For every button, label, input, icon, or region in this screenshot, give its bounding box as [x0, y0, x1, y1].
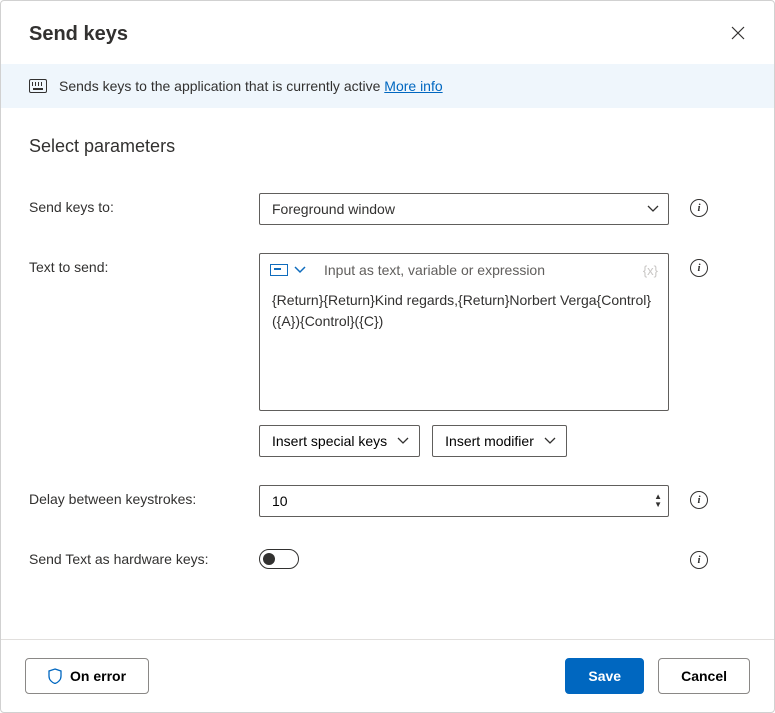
- row-text-to-send: Text to send: Input as text, variable or…: [29, 253, 746, 457]
- dialog-content: Select parameters Send keys to: Foregrou…: [1, 108, 774, 639]
- row-delay: Delay between keystrokes: ▲ ▼ i: [29, 485, 746, 517]
- delay-decrement[interactable]: ▼: [654, 501, 662, 509]
- help-hardware[interactable]: i: [690, 551, 708, 569]
- text-to-send-editor: Input as text, variable or expression {x…: [259, 253, 669, 411]
- send-keys-to-value: Foreground window: [272, 201, 395, 217]
- variable-picker[interactable]: {x}: [643, 263, 658, 278]
- insert-special-label: Insert special keys: [272, 433, 387, 449]
- on-error-label: On error: [70, 668, 126, 684]
- toggle-knob: [263, 553, 275, 565]
- delay-spinner: ▲ ▼: [654, 486, 662, 516]
- keyboard-icon: [29, 79, 47, 93]
- dialog-footer: On error Save Cancel: [1, 639, 774, 712]
- text-mode-icon[interactable]: [270, 264, 288, 276]
- dialog-title: Send keys: [29, 23, 128, 46]
- chevron-down-icon: [647, 205, 659, 213]
- section-title: Select parameters: [29, 136, 746, 157]
- close-icon: [730, 25, 746, 41]
- insert-special-keys-button[interactable]: Insert special keys: [259, 425, 420, 457]
- delay-input-wrapper: ▲ ▼: [259, 485, 669, 517]
- info-text: Sends keys to the application that is cu…: [59, 78, 443, 94]
- dialog-header: Send keys: [1, 1, 774, 64]
- more-info-link[interactable]: More info: [384, 78, 442, 94]
- send-keys-to-label: Send keys to:: [29, 193, 259, 215]
- editor-hint: Input as text, variable or expression: [324, 262, 637, 278]
- editor-textarea[interactable]: {Return}{Return}Kind regards,{Return}Nor…: [260, 282, 668, 344]
- insert-modifier-button[interactable]: Insert modifier: [432, 425, 567, 457]
- save-button[interactable]: Save: [565, 658, 644, 694]
- shield-icon: [48, 668, 62, 684]
- chevron-down-icon: [397, 437, 409, 445]
- cancel-button[interactable]: Cancel: [658, 658, 750, 694]
- send-keys-dialog: Send keys Sends keys to the application …: [0, 0, 775, 713]
- info-description: Sends keys to the application that is cu…: [59, 78, 384, 94]
- hardware-label: Send Text as hardware keys:: [29, 545, 259, 567]
- editor-mode-chevron[interactable]: [294, 266, 306, 274]
- insert-modifier-label: Insert modifier: [445, 433, 534, 449]
- delay-input[interactable]: [260, 493, 668, 509]
- editor-toolbar: Input as text, variable or expression {x…: [260, 254, 668, 282]
- chevron-down-icon: [544, 437, 556, 445]
- delay-label: Delay between keystrokes:: [29, 485, 259, 507]
- editor-buttons: Insert special keys Insert modifier: [259, 425, 669, 457]
- row-hardware-keys: Send Text as hardware keys: i: [29, 545, 746, 569]
- row-send-keys-to: Send keys to: Foreground window i: [29, 193, 746, 225]
- send-keys-to-select[interactable]: Foreground window: [259, 193, 669, 225]
- on-error-button[interactable]: On error: [25, 658, 149, 694]
- footer-actions: Save Cancel: [565, 658, 750, 694]
- text-to-send-label: Text to send:: [29, 253, 259, 275]
- info-bar: Sends keys to the application that is cu…: [1, 64, 774, 108]
- help-send-keys-to[interactable]: i: [690, 199, 708, 217]
- close-button[interactable]: [726, 21, 750, 48]
- help-text-to-send[interactable]: i: [690, 259, 708, 277]
- help-delay[interactable]: i: [690, 491, 708, 509]
- hardware-toggle[interactable]: [259, 549, 299, 569]
